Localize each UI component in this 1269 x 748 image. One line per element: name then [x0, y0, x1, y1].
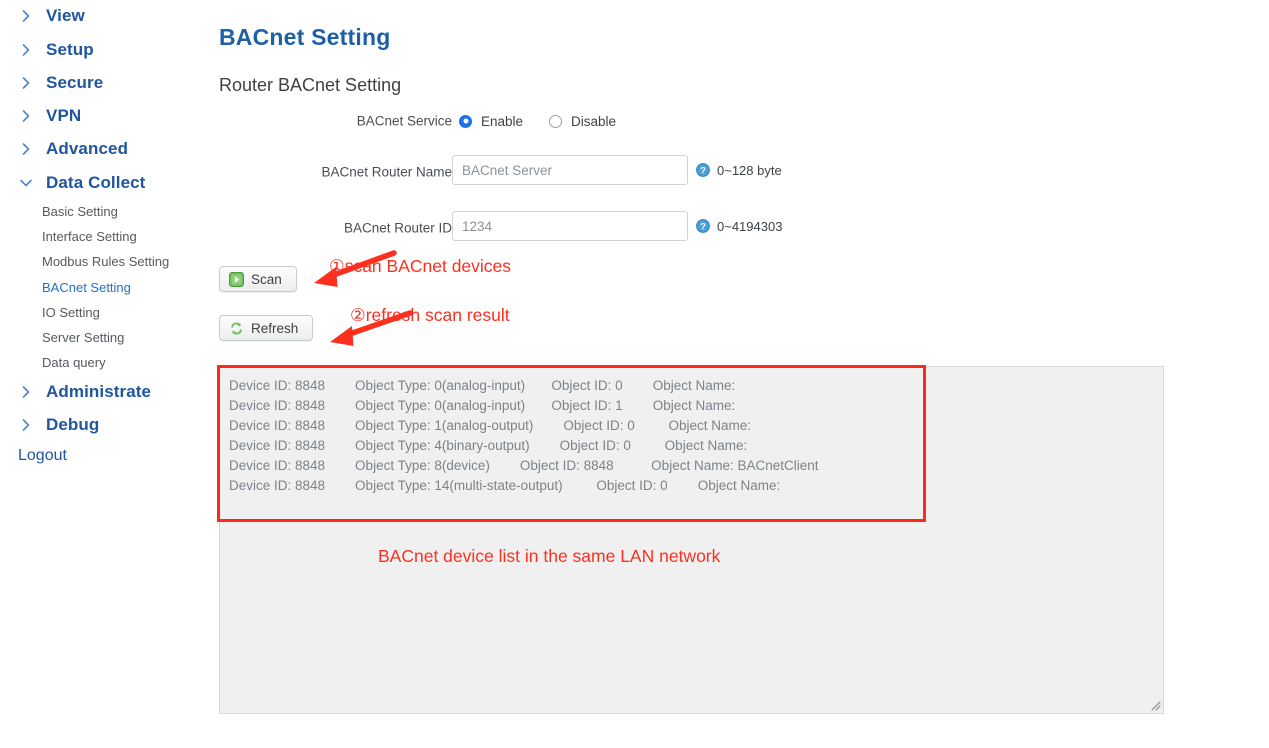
logout-link[interactable]: Logout: [18, 447, 67, 465]
sidebar-subitem-label: IO Setting: [42, 305, 100, 320]
device-list-row: Device ID: 8848 Object Type: 0(analog-in…: [229, 378, 736, 393]
device-list-row: Device ID: 8848 Object Type: 14(multi-st…: [229, 478, 781, 493]
sidebar-subitem-server-setting[interactable]: Server Setting: [42, 327, 124, 348]
sidebar-subitem-modbus-rules-setting[interactable]: Modbus Rules Setting: [42, 251, 169, 272]
sidebar-item-label: Debug: [46, 415, 100, 434]
sidebar-subitem-interface-setting[interactable]: Interface Setting: [42, 226, 137, 247]
sidebar-item-administrate[interactable]: Administrate: [18, 379, 151, 405]
router-name-input[interactable]: [452, 155, 688, 185]
router-name-label: BACnet Router Name: [321, 164, 452, 180]
resize-grip-icon[interactable]: [1148, 698, 1161, 711]
sidebar-subitem-label: Basic Setting: [42, 204, 118, 219]
chevron-right-icon: [18, 141, 34, 157]
sidebar-subitem-label: Modbus Rules Setting: [42, 254, 170, 269]
sidebar-item-setup[interactable]: Setup: [18, 37, 94, 63]
svg-text:?: ?: [700, 222, 706, 233]
bacnet-service-radio-group: Enable Disable: [459, 104, 616, 138]
sidebar-navigation: View Setup Secure VPN Advanced Data Coll…: [0, 0, 212, 748]
chevron-right-icon: [18, 42, 34, 58]
router-id-hint-text: 0~4194303: [717, 218, 783, 234]
radio-enable[interactable]: Enable: [459, 114, 523, 129]
scan-button-label: Scan: [251, 271, 282, 287]
green-refresh-arrows-icon: [229, 321, 244, 336]
refresh-button-label: Refresh: [251, 320, 299, 336]
refresh-button[interactable]: Refresh: [219, 315, 314, 341]
svg-text:?: ?: [700, 166, 706, 177]
sidebar-item-vpn[interactable]: VPN: [18, 103, 81, 129]
router-name-hint-text: 0~128 byte: [717, 162, 782, 178]
router-id-label: BACnet Router ID: [343, 220, 452, 236]
sidebar-subitem-io-setting[interactable]: IO Setting: [42, 302, 100, 323]
sidebar-item-label: View: [46, 6, 85, 25]
router-id-hint: ? 0~4194303: [696, 211, 782, 241]
chevron-right-icon: [18, 108, 34, 124]
sidebar-item-label: Advanced: [46, 139, 129, 158]
radio-enable-label: Enable: [481, 113, 524, 129]
main-content: BACnet Setting Router BACnet Setting BAC…: [212, 0, 1269, 748]
radio-enable-dot[interactable]: [459, 114, 472, 128]
page-title: BACnet Setting: [219, 24, 391, 51]
device-list-row: Device ID: 8848 Object Type: 4(binary-ou…: [229, 438, 748, 453]
sidebar-item-label: Secure: [46, 73, 104, 92]
chevron-right-icon: [18, 8, 34, 24]
sidebar-item-secure[interactable]: Secure: [18, 70, 103, 96]
scan-result-textarea[interactable]: Device ID: 8848 Object Type: 0(analog-in…: [219, 366, 1164, 714]
radio-disable-label: Disable: [571, 113, 617, 129]
bacnet-service-label: BACnet Service: [356, 113, 452, 129]
sidebar-item-label: VPN: [46, 106, 82, 125]
sidebar-item-label: Administrate: [46, 382, 152, 401]
sidebar-subitem-bacnet-setting[interactable]: BACnet Setting: [42, 277, 131, 298]
sidebar-item-data-collect[interactable]: Data Collect: [18, 170, 145, 196]
device-list: Device ID: 8848 Object Type: 0(analog-in…: [229, 376, 1159, 496]
scan-button[interactable]: Scan: [219, 266, 297, 292]
router-name-label-wrap: BACnet Router Name: [212, 155, 452, 189]
chevron-right-icon: [18, 384, 34, 400]
refresh-annotation-text: ②refresh scan result: [350, 305, 510, 325]
help-question-icon[interactable]: ?: [696, 219, 710, 233]
chevron-down-icon: [18, 175, 34, 191]
sidebar-subitem-label: Interface Setting: [42, 229, 137, 244]
router-id-label-wrap: BACnet Router ID: [212, 211, 452, 245]
section-title: Router BACnet Setting: [219, 74, 402, 95]
sidebar-subitem-label: BACnet Setting: [42, 280, 131, 295]
help-question-icon[interactable]: ?: [696, 163, 710, 177]
device-list-caption: BACnet device list in the same LAN netwo…: [378, 546, 721, 566]
radio-disable[interactable]: Disable: [549, 114, 616, 129]
sidebar-subitem-data-query[interactable]: Data query: [42, 352, 106, 373]
sidebar-subitem-label: Data query: [42, 355, 106, 370]
router-id-input[interactable]: [452, 211, 688, 241]
scan-annotation-text: ①scan BACnet devices: [329, 256, 512, 276]
sidebar-item-advanced[interactable]: Advanced: [18, 136, 128, 162]
bacnet-setting-page: View Setup Secure VPN Advanced Data Coll…: [0, 0, 1269, 748]
field-row-router-name: BACnet Router Name ? 0~128 byte: [212, 155, 852, 189]
bacnet-service-label-wrap: BACnet Service: [212, 104, 452, 138]
sidebar-item-label: Setup: [46, 40, 94, 59]
green-play-square-icon: [229, 271, 244, 287]
router-name-hint: ? 0~128 byte: [696, 155, 782, 185]
radio-disable-dot[interactable]: [549, 114, 563, 128]
device-list-row: Device ID: 8848 Object Type: 1(analog-ou…: [229, 418, 751, 433]
sidebar-item-view[interactable]: View: [18, 3, 85, 29]
chevron-right-icon: [18, 75, 34, 91]
sidebar-item-label: Data Collect: [46, 173, 146, 192]
field-row-router-id: BACnet Router ID ? 0~4194303: [212, 211, 852, 245]
device-list-row: Device ID: 8848 Object Type: 8(device) O…: [229, 458, 819, 473]
sidebar-subitem-basic-setting[interactable]: Basic Setting: [42, 201, 118, 222]
sidebar-item-debug[interactable]: Debug: [18, 412, 99, 438]
chevron-right-icon: [18, 417, 34, 433]
device-list-row: Device ID: 8848 Object Type: 0(analog-in…: [229, 398, 736, 413]
sidebar-subitem-label: Server Setting: [42, 330, 125, 345]
field-row-bacnet-service: BACnet Service Enable Disable: [212, 104, 852, 138]
